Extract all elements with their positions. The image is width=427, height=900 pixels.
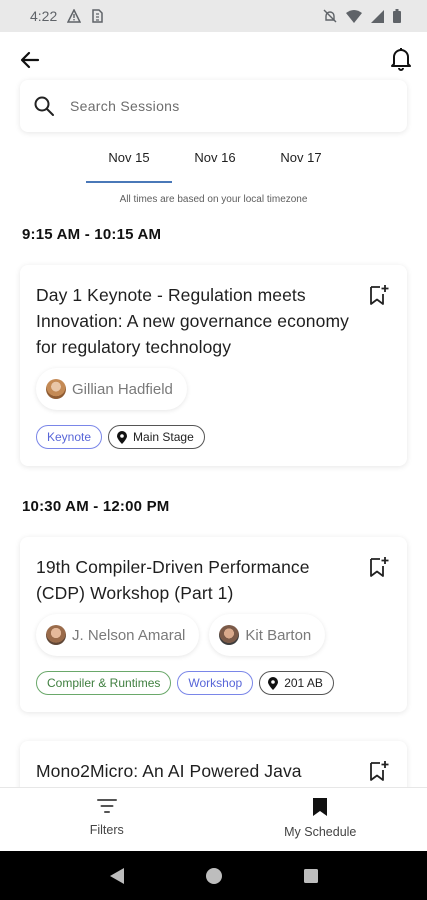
search-icon <box>34 96 54 116</box>
system-back-icon[interactable] <box>109 867 125 885</box>
session-card[interactable]: 19th Compiler-Driven Performance (CDP) W… <box>20 537 407 712</box>
speaker-name: J. Nelson Amaral <box>72 626 186 644</box>
search-bar[interactable] <box>20 80 407 132</box>
speaker-chip[interactable]: Kit Barton <box>209 614 326 656</box>
speaker-list: J. Nelson Amaral Kit Barton <box>36 614 326 656</box>
location-pin-icon <box>268 676 279 690</box>
time-slot-header: 10:30 AM - 12:00 PM <box>22 498 170 515</box>
location-label: Main Stage <box>133 430 194 444</box>
tag-list: Compiler & Runtimes Workshop 201 AB <box>36 671 334 695</box>
speaker-list: Gillian Hadfield <box>36 368 187 410</box>
tab-nov-17[interactable]: Nov 17 <box>258 140 344 183</box>
speaker-chip[interactable]: Gillian Hadfield <box>36 368 187 410</box>
timezone-note: All times are based on your local timezo… <box>119 194 308 205</box>
speaker-chip[interactable]: J. Nelson Amaral <box>36 614 200 656</box>
bell-icon[interactable] <box>389 46 413 72</box>
session-title: Mono2Micro: An AI Powered Java <box>36 761 302 781</box>
battery-icon <box>393 9 401 23</box>
speaker-name: Gillian Hadfield <box>72 380 173 398</box>
sim-icon <box>92 9 103 23</box>
nav-filters[interactable]: Filters <box>0 788 214 851</box>
avatar <box>219 625 240 645</box>
system-home-icon[interactable] <box>205 867 223 885</box>
system-navigation-bar <box>0 851 427 900</box>
date-tabs: Nov 15 Nov 16 Nov 17 <box>86 140 346 184</box>
bookmark-add-icon[interactable] <box>369 284 389 306</box>
bottom-navigation: Filters My Schedule <box>0 787 427 851</box>
notifications-off-icon <box>323 9 337 23</box>
nav-my-schedule-label: My Schedule <box>284 825 357 839</box>
location-tag: 201 AB <box>259 671 334 695</box>
cell-signal-icon <box>371 9 384 23</box>
status-time: 4:22 <box>30 8 58 24</box>
back-arrow-icon[interactable] <box>18 48 42 72</box>
session-title: 19th Compiler-Driven Performance (CDP) W… <box>36 557 310 603</box>
bookmark-add-icon[interactable] <box>369 760 389 782</box>
topic-tag: Compiler & Runtimes <box>36 671 172 695</box>
session-title: Day 1 Keynote - Regulation meets Innovat… <box>36 285 349 357</box>
location-pin-icon <box>117 430 128 444</box>
top-app-bar <box>0 32 427 86</box>
search-input[interactable] <box>70 98 370 114</box>
location-tag: Main Stage <box>108 425 205 449</box>
nav-my-schedule[interactable]: My Schedule <box>214 788 427 851</box>
speaker-name: Kit Barton <box>245 626 312 644</box>
bookmark-icon <box>313 798 328 816</box>
status-bar: 4:22 <box>0 0 427 32</box>
system-recents-icon[interactable] <box>303 868 319 884</box>
warning-icon <box>67 9 82 23</box>
avatar <box>46 625 66 645</box>
location-label: 201 AB <box>284 676 323 690</box>
bookmark-add-icon[interactable] <box>369 556 389 578</box>
track-tag: Keynote <box>36 425 103 449</box>
tab-nov-16[interactable]: Nov 16 <box>172 140 258 183</box>
app-screen: 4:22 Nov 15 Nov 16 Nov 17 All times are … <box>0 0 427 900</box>
tag-list: Keynote Main Stage <box>36 425 205 449</box>
track-tag: Workshop <box>177 671 254 695</box>
filter-icon <box>96 799 117 813</box>
session-card[interactable]: Day 1 Keynote - Regulation meets Innovat… <box>20 265 407 466</box>
wifi-icon <box>346 9 362 23</box>
nav-filters-label: Filters <box>89 823 124 837</box>
tab-nov-15[interactable]: Nov 15 <box>86 140 172 183</box>
avatar <box>46 379 66 399</box>
time-slot-header: 9:15 AM - 10:15 AM <box>22 226 162 243</box>
